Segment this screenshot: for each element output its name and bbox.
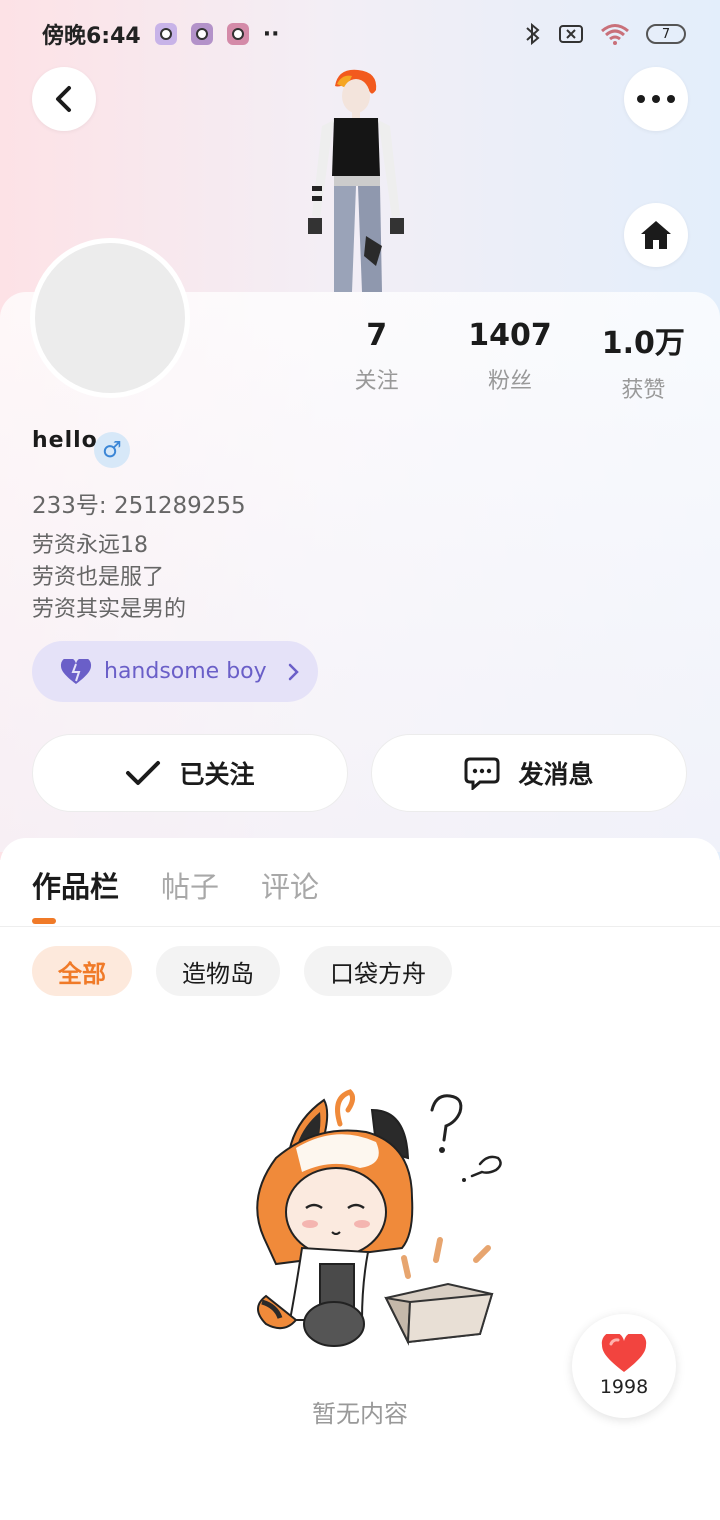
stat-following[interactable]: 7 关注: [310, 318, 443, 404]
stat-label: 关注: [354, 369, 399, 394]
chevron-left-icon: [56, 86, 71, 112]
stat-label: 获赞: [621, 378, 666, 403]
username: hello: [32, 428, 98, 453]
tab-works[interactable]: 作品栏: [32, 864, 119, 906]
like-count: 1998: [599, 1376, 649, 1398]
stat-label: 粉丝: [487, 369, 532, 394]
message-label: 发消息: [518, 760, 594, 789]
status-bar: 傍晚6:44 ·· 7: [0, 0, 720, 68]
active-tab-indicator: [32, 918, 56, 924]
stat-value: 7: [366, 318, 388, 353]
filter-chip-ark[interactable]: 口袋方舟: [304, 946, 452, 996]
home-icon: [641, 221, 671, 249]
chat-bubble-icon: [464, 757, 500, 790]
follow-button[interactable]: 已关注: [32, 734, 348, 812]
status-right: 7: [524, 22, 686, 46]
profile-stats: 7 关注 1407 粉丝 1.0万 获赞: [310, 318, 710, 404]
wifi-icon: [601, 24, 629, 45]
sim-disabled-icon: [559, 25, 583, 43]
filter-chip-all[interactable]: 全部: [32, 946, 132, 996]
avatar-character-image: [308, 69, 404, 292]
content-section: 作品栏 帖子 评论 全部 造物岛 口袋方舟 暂无内容: [0, 838, 720, 1520]
battery-indicator: 7: [646, 24, 686, 44]
empty-state-illustration: [256, 1089, 502, 1347]
heart-icon: [60, 658, 92, 684]
stat-value: 1.0万: [601, 326, 685, 361]
tag-pill[interactable]: handsome boy: [32, 641, 318, 702]
male-icon: ♂: [94, 432, 130, 468]
stat-value: 1407: [468, 318, 552, 353]
bio: 劳资永远18 劳资也是服了 劳资其实是男的: [32, 530, 186, 626]
more-dots-icon: [637, 95, 675, 103]
stat-likes[interactable]: 1.0万 获赞: [577, 318, 710, 404]
bio-line: 劳资也是服了: [32, 565, 165, 590]
notification-app-icon: [226, 23, 249, 45]
tab-posts[interactable]: 帖子: [161, 864, 219, 906]
check-icon: [126, 761, 161, 785]
avatar[interactable]: [30, 238, 190, 398]
like-button[interactable]: 1998: [572, 1314, 676, 1418]
content-tabs: 作品栏 帖子 评论: [32, 864, 319, 906]
notification-app-icon: [190, 23, 213, 45]
back-button[interactable]: [32, 67, 96, 131]
notification-app-icon: [154, 23, 177, 45]
stat-followers[interactable]: 1407 粉丝: [443, 318, 576, 404]
bio-line: 劳资永远18: [32, 533, 148, 558]
chevron-right-icon: [288, 663, 299, 680]
more-options-button[interactable]: [624, 67, 688, 131]
tabs-divider: [0, 926, 720, 927]
status-left: 傍晚6:44 ··: [42, 18, 279, 50]
tag-label: handsome boy: [104, 659, 267, 684]
user-id[interactable]: 233号: 251289255: [32, 486, 246, 520]
bluetooth-icon: [526, 22, 540, 46]
filter-chips: 全部 造物岛 口袋方舟: [32, 946, 452, 996]
bio-line: 劳资其实是男的: [32, 597, 187, 622]
tab-comments[interactable]: 评论: [261, 864, 319, 906]
filter-chip-island[interactable]: 造物岛: [156, 946, 280, 996]
message-button[interactable]: 发消息: [371, 734, 687, 812]
more-notifications-icon: ··: [262, 21, 280, 47]
heart-icon: [601, 1334, 647, 1372]
status-time: 傍晚6:44: [42, 24, 141, 49]
follow-label: 已关注: [179, 760, 255, 789]
home-button[interactable]: [624, 203, 688, 267]
